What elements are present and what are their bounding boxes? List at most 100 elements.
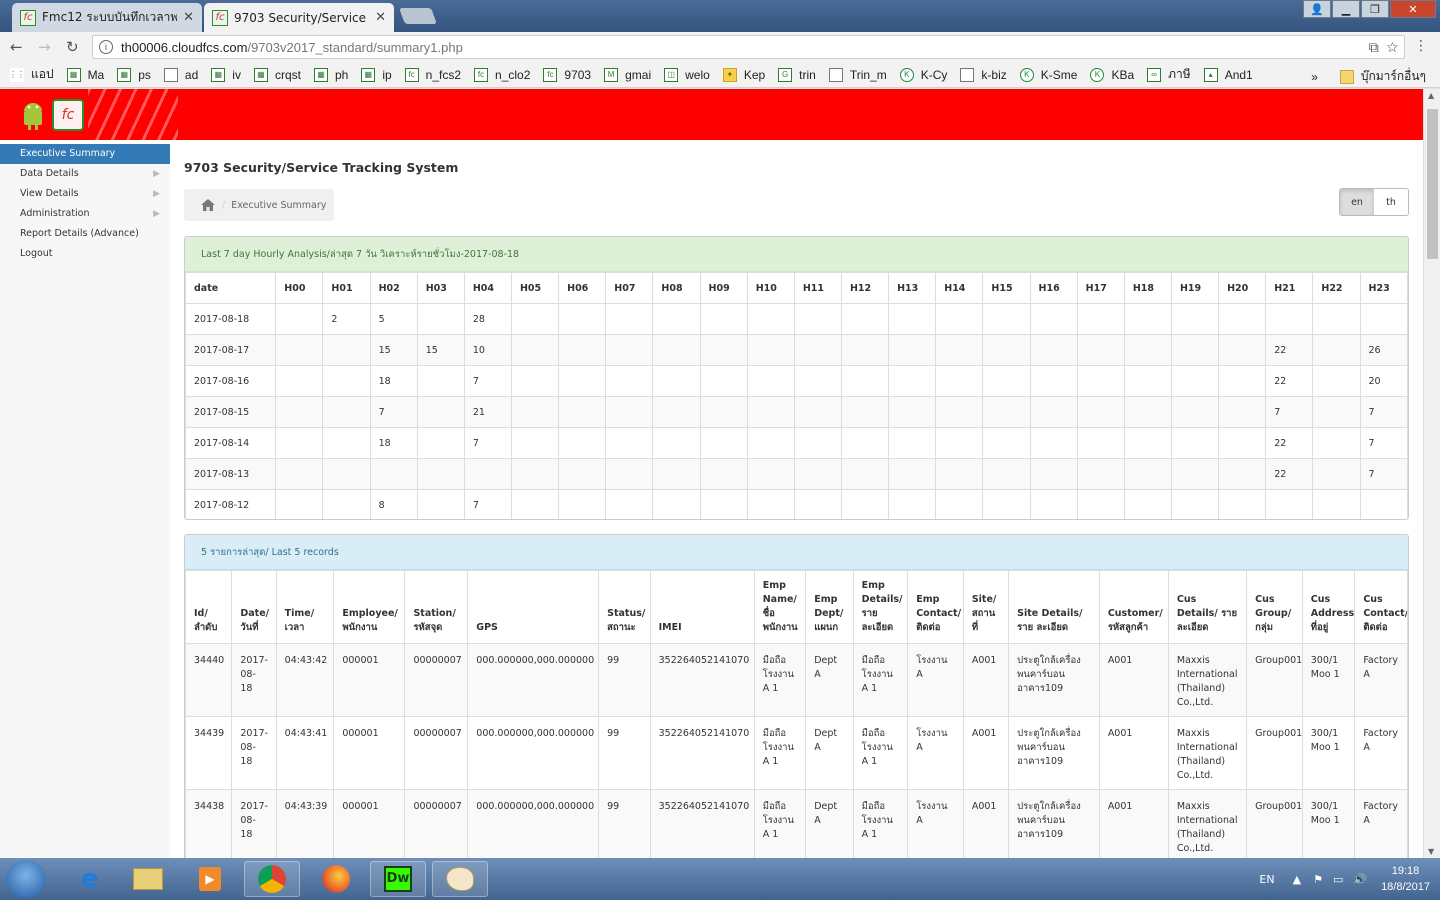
firefox-icon[interactable] xyxy=(308,861,364,897)
lang-en-button[interactable]: en xyxy=(1340,189,1374,215)
bookmark-18[interactable]: K K-Sme xyxy=(1019,67,1077,82)
back-icon[interactable]: ← xyxy=(10,38,23,56)
bookmark-12[interactable]: ◫ welo xyxy=(664,67,710,82)
table-cell: 18 xyxy=(369,365,418,397)
bookmark-label: And1 xyxy=(1224,67,1253,82)
chrome-icon[interactable] xyxy=(244,861,300,897)
table-cell: 04:43:39 xyxy=(275,789,335,858)
start-orb-icon[interactable] xyxy=(6,860,46,898)
bookmark-0[interactable]: ⋮⋮ แอป xyxy=(9,65,54,84)
bookmark-label: ad xyxy=(184,67,199,82)
table-cell xyxy=(746,427,795,459)
browser-menu-icon[interactable]: ⋮ xyxy=(1414,38,1428,54)
bookmark-9[interactable]: fc n_clo2 xyxy=(474,67,530,82)
bookmark-8[interactable]: fc n_fcs2 xyxy=(404,67,461,82)
scroll-up-icon[interactable]: ▲ xyxy=(1428,91,1434,100)
bookmark-11[interactable]: Mgmai xyxy=(604,67,651,82)
translate-icon[interactable]: ⧉ xyxy=(1369,39,1379,55)
table-cell xyxy=(888,365,937,397)
bookmark-16[interactable]: K K-Cy xyxy=(899,67,947,82)
volume-icon[interactable]: 🔊 xyxy=(1353,873,1367,886)
bookmark-13[interactable]: ✦ Kep xyxy=(722,67,765,82)
tab-9703[interactable]: fc 9703 Security/Service Tracking ✕ xyxy=(204,3,394,32)
other-bookmarks-folder[interactable]: บุ๊กมาร์กอื่นๆ xyxy=(1339,67,1426,86)
sheets-icon: ▦ xyxy=(117,67,132,82)
table-cell xyxy=(1312,396,1361,428)
user-icon[interactable]: 👤 xyxy=(1303,0,1331,18)
bookmark-7[interactable]: ▦ ip xyxy=(361,67,392,82)
clock[interactable]: 19:18 18/8/2017 xyxy=(1381,863,1430,895)
bookmark-1[interactable]: ▦ Ma xyxy=(66,67,104,82)
sidebar-item-label: Report Details (Advance) xyxy=(20,228,139,239)
bookmark-17[interactable]: k-biz xyxy=(960,67,1007,82)
star-icon[interactable]: ☆ xyxy=(1387,39,1398,55)
internet-explorer-icon[interactable]: e xyxy=(62,861,118,897)
bookmark-15[interactable]: Trin_m xyxy=(828,67,887,82)
scroll-down-icon[interactable]: ▼ xyxy=(1428,847,1434,856)
table-cell xyxy=(605,427,654,459)
bookmarks-overflow-button[interactable]: » xyxy=(1311,70,1318,84)
paint-icon[interactable] xyxy=(432,861,488,897)
bookmark-3[interactable]: ad xyxy=(163,67,199,82)
close-tab-icon[interactable]: ✕ xyxy=(183,10,194,25)
tab-fmc12[interactable]: fc Fmc12 ระบบบันทึกเวลาพนักงาน ✕ xyxy=(12,3,202,32)
table-cell: 21 xyxy=(463,396,512,428)
info-icon[interactable]: i xyxy=(99,40,113,54)
reload-icon[interactable]: ↻ xyxy=(66,38,79,56)
page-scrollbar[interactable]: ▲ ▼ xyxy=(1423,89,1440,858)
table-cell: A001 xyxy=(962,789,1010,858)
table-cell xyxy=(1029,303,1078,335)
table-cell: 8 xyxy=(369,489,418,519)
sidebar-item-4[interactable]: Report Details (Advance) xyxy=(0,224,170,244)
action-center-icon[interactable]: ⚑ xyxy=(1313,873,1323,886)
address-bar[interactable]: i th00006.cloudfcs.com/9703v2017_standar… xyxy=(92,35,1405,59)
maximize-icon[interactable]: ❐ xyxy=(1361,0,1389,18)
table-cell: 300/1 Moo 1 xyxy=(1301,716,1356,790)
sidebar-item-2[interactable]: View Details ▶ xyxy=(0,184,170,204)
table-cell xyxy=(322,489,371,519)
sidebar-item-1[interactable]: Data Details ▶ xyxy=(0,164,170,184)
table-cell xyxy=(510,396,560,428)
new-tab-button[interactable] xyxy=(399,8,437,24)
bookmark-19[interactable]: K KBa xyxy=(1090,67,1134,82)
forward-icon[interactable]: → xyxy=(38,38,51,56)
table-cell: 34440 xyxy=(185,643,233,717)
table-cell xyxy=(793,458,842,490)
home-icon[interactable] xyxy=(200,198,216,212)
bookmark-6[interactable]: ▦ ph xyxy=(313,67,348,82)
table-cell xyxy=(1123,458,1172,490)
table-cell xyxy=(840,303,890,335)
media-player-icon[interactable]: ▶ xyxy=(182,861,238,897)
dreamweaver-icon[interactable]: Dw xyxy=(370,861,426,897)
table-cell xyxy=(1170,489,1220,519)
lang-th-button[interactable]: th xyxy=(1374,189,1408,215)
bookmark-21[interactable]: ▴ And1 xyxy=(1203,67,1253,82)
bookmark-2[interactable]: ▦ ps xyxy=(117,67,151,82)
minimize-icon[interactable]: ▁ xyxy=(1332,0,1360,18)
table-cell xyxy=(1123,427,1172,459)
column-header: H02 xyxy=(369,272,418,304)
scrollbar-thumb[interactable] xyxy=(1427,109,1438,259)
table-cell: 22 xyxy=(1265,427,1314,459)
sidebar-item-3[interactable]: Administration ▶ xyxy=(0,204,170,224)
column-header: Id/ ลำดับ xyxy=(185,570,233,644)
table-cell xyxy=(322,365,371,397)
sidebar-item-5[interactable]: Logout xyxy=(0,244,170,264)
last-records-panel: 5 รายการล่าสุด/ Last 5 records Id/ ลำดับ… xyxy=(184,534,1409,858)
close-window-icon[interactable]: ✕ xyxy=(1390,0,1436,18)
table-cell: 15 xyxy=(416,334,465,366)
network-icon[interactable]: ▭ xyxy=(1333,873,1343,886)
table-cell xyxy=(793,334,842,366)
tray-expand-icon[interactable]: ▲ xyxy=(1293,873,1301,886)
table-cell xyxy=(746,396,795,428)
bookmark-4[interactable]: ▦ iv xyxy=(211,67,241,82)
sidebar-item-0[interactable]: Executive Summary xyxy=(0,144,170,164)
close-tab-icon[interactable]: ✕ xyxy=(375,10,386,25)
bookmark-14[interactable]: Gtrin xyxy=(778,67,816,82)
input-language[interactable]: EN xyxy=(1259,873,1274,886)
bookmark-20[interactable]: ∞ ภาษี xyxy=(1147,65,1191,84)
bookmark-10[interactable]: fc 9703 xyxy=(543,67,591,82)
omnibox-actions: ⧉ ☆ xyxy=(1369,39,1398,56)
bookmark-5[interactable]: ▦ crqst xyxy=(253,67,301,82)
file-explorer-icon[interactable] xyxy=(120,861,176,897)
